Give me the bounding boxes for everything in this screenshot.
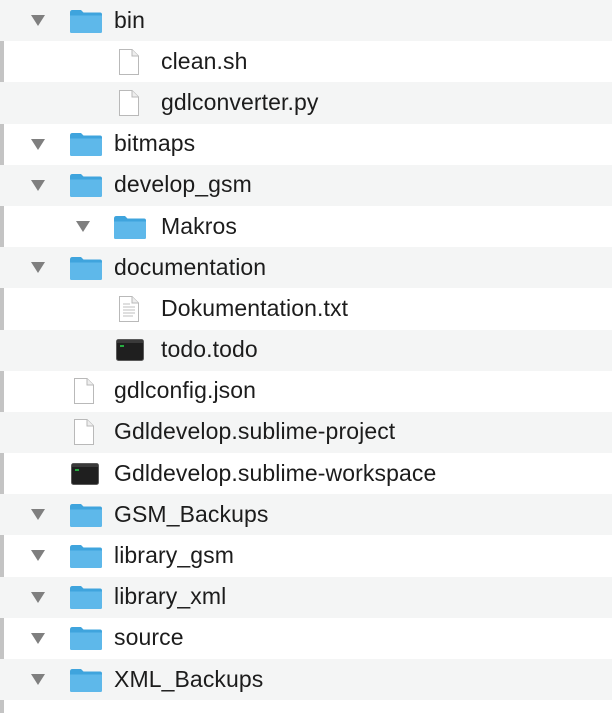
tree-row-label: library_gsm [114,542,234,569]
folder-icon [69,667,103,693]
tree-row-label: Gdldevelop.sublime-project [114,418,396,445]
tree-row-xml-backups[interactable]: XML_Backups [0,659,612,701]
file-icon [73,418,95,446]
file-icon [118,89,140,117]
tree-row-develop-gsm[interactable]: develop_gsm [0,164,612,206]
tree-row-label: todo.todo [161,336,258,363]
tree-row-source[interactable]: source [0,618,612,659]
disclosure-triangle-icon[interactable] [76,220,90,232]
folder-icon [69,255,103,281]
disclosure-triangle-icon[interactable] [31,674,45,685]
tree-row-label: Makros [161,212,238,239]
tree-row-label: Dokumentation.txt [161,294,349,321]
tree-row-label: documentation [114,253,267,280]
folder-icon [69,8,103,34]
tree-row-gdldevelop-sublime-project[interactable]: Gdldevelop.sublime-project [0,411,612,454]
tree-row-label: develop_gsm [114,171,252,198]
tree-row-label: source [114,624,184,651]
file-icon [73,377,95,405]
tree-row-label: gdlconfig.json [114,377,257,404]
terminal-file-icon [116,339,144,362]
disclosure-triangle-icon[interactable] [31,591,45,603]
text-file-icon [118,295,140,323]
tree-row-library-xml[interactable]: library_xml [0,576,612,618]
tree-row-dokumentation-txt[interactable]: Dokumentation.txt [0,288,612,329]
folder-icon [69,584,103,610]
file-tree-rows: bin clean.sh gdlconverter.py bitmaps develop… [0,0,612,701]
tree-row-documentation[interactable]: documentation [0,247,612,289]
file-icon [118,48,140,76]
tree-row-label: GSM_Backups [114,500,269,527]
tree-row-clean-sh[interactable]: clean.sh [0,41,612,82]
folder-icon [69,131,103,157]
tree-row-label: bin [114,6,145,33]
disclosure-triangle-icon[interactable] [31,179,45,191]
tree-row-bin[interactable]: bin [0,0,612,42]
tree-row-label: gdlconverter.py [161,89,319,116]
tree-row-gsm-backups[interactable]: GSM_Backups [0,494,612,536]
disclosure-triangle-icon[interactable] [31,550,45,562]
tree-row-gdlconfig-json[interactable]: gdlconfig.json [0,371,612,412]
folder-icon [69,172,103,198]
folder-icon [69,502,103,528]
folder-icon [113,214,147,240]
file-tree: bin clean.sh gdlconverter.py bitmaps develop… [0,0,612,713]
terminal-file-icon [71,462,99,485]
tree-row-label: bitmaps [114,130,196,157]
tree-row-label: XML_Backups [114,665,264,692]
disclosure-triangle-icon[interactable] [31,632,45,644]
tree-row-bitmaps[interactable]: bitmaps [0,124,612,165]
tree-row-label: clean.sh [161,47,248,74]
disclosure-triangle-icon[interactable] [31,262,45,274]
tree-row-todo-todo[interactable]: todo.todo [0,329,612,371]
tree-row-gdlconverter-py[interactable]: gdlconverter.py [0,82,612,124]
tree-row-label: Gdldevelop.sublime-workspace [114,459,437,486]
folder-icon [69,543,103,569]
disclosure-triangle-icon[interactable] [31,509,45,521]
disclosure-triangle-icon[interactable] [31,15,45,26]
tree-row-makros[interactable]: Makros [0,206,612,247]
tree-row-library-gsm[interactable]: library_gsm [0,535,612,576]
tree-row-gdldevelop-sublime-workspace[interactable]: Gdldevelop.sublime-workspace [0,453,612,494]
disclosure-triangle-icon[interactable] [31,138,45,150]
tree-row-label: library_xml [114,583,227,610]
folder-icon [69,625,103,651]
